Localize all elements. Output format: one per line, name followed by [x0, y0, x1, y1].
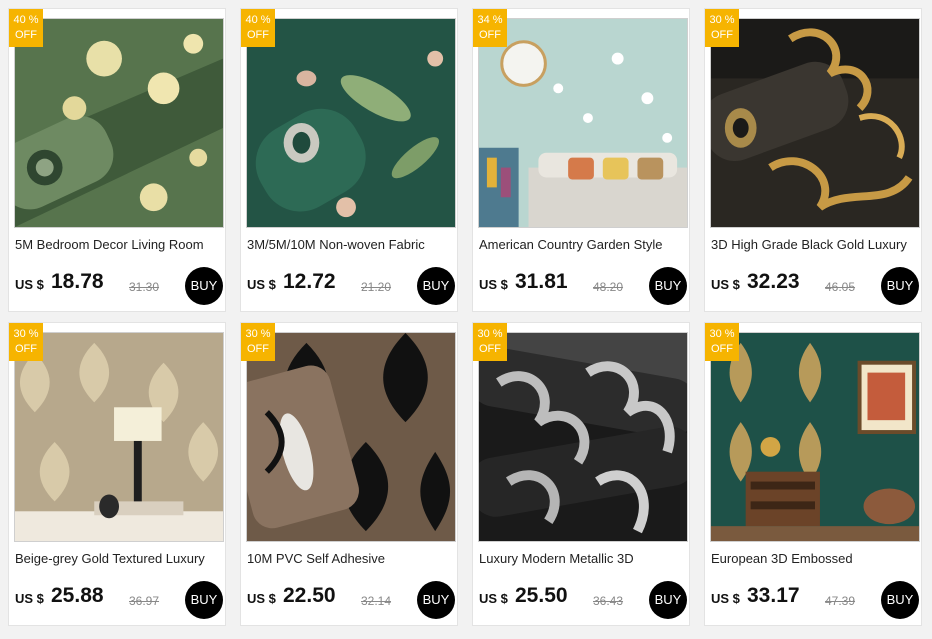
- discount-badge: 34 % OFF: [473, 9, 507, 47]
- product-price: 31.81: [515, 270, 568, 293]
- product-title[interactable]: 5M Bedroom Decor Living Room: [15, 237, 221, 252]
- buy-button[interactable]: BUY: [417, 267, 455, 305]
- product-title[interactable]: American Country Garden Style: [479, 237, 685, 252]
- product-card[interactable]: 30 % OFF European 3D Embossed US $ 33.17…: [704, 322, 922, 626]
- discount-badge: 30 % OFF: [9, 323, 43, 361]
- currency-label: US $: [479, 277, 508, 292]
- product-title[interactable]: Beige-grey Gold Textured Luxury: [15, 551, 221, 566]
- product-card[interactable]: 30 % OFF 3D High Grade Black Gold Luxury…: [704, 8, 922, 312]
- discount-value: 30 %: [477, 328, 503, 340]
- product-title[interactable]: Luxury Modern Metallic 3D: [479, 551, 685, 566]
- product-price: 25.50: [515, 584, 568, 607]
- discount-badge: 30 % OFF: [241, 323, 275, 361]
- product-image[interactable]: [710, 332, 920, 542]
- buy-button[interactable]: BUY: [649, 267, 687, 305]
- original-price: 36.43: [593, 594, 624, 608]
- product-title[interactable]: 3D High Grade Black Gold Luxury: [711, 237, 917, 252]
- product-grid: 40 % OFF 5M Bedroom Decor Living Room US…: [0, 0, 932, 639]
- discount-badge: 30 % OFF: [473, 323, 507, 361]
- buy-button[interactable]: BUY: [417, 581, 455, 619]
- discount-off-label: OFF: [247, 343, 269, 355]
- discount-off-label: OFF: [15, 343, 37, 355]
- product-card[interactable]: 30 % OFF 10M PVC Self Adhesive US $ 22.5…: [240, 322, 458, 626]
- buy-button[interactable]: BUY: [649, 581, 687, 619]
- product-title[interactable]: 3M/5M/10M Non-woven Fabric: [247, 237, 453, 252]
- discount-value: 40 %: [245, 14, 271, 26]
- discount-off-label: OFF: [711, 29, 733, 41]
- product-price: 25.88: [51, 584, 104, 607]
- discount-value: 34 %: [477, 14, 503, 26]
- original-price: 46.05: [825, 280, 856, 294]
- product-image[interactable]: [14, 332, 224, 542]
- discount-badge: 30 % OFF: [705, 9, 739, 47]
- product-image[interactable]: [478, 332, 688, 542]
- currency-label: US $: [15, 277, 44, 292]
- discount-value: 30 %: [13, 328, 39, 340]
- product-title[interactable]: 10M PVC Self Adhesive: [247, 551, 453, 566]
- currency-label: US $: [479, 591, 508, 606]
- discount-off-label: OFF: [247, 29, 269, 41]
- original-price: 36.97: [129, 594, 160, 608]
- product-price: 18.78: [51, 270, 104, 293]
- discount-off-label: OFF: [479, 343, 501, 355]
- discount-off-label: OFF: [15, 29, 37, 41]
- product-price: 12.72: [283, 270, 336, 293]
- discount-value: 40 %: [13, 14, 39, 26]
- currency-label: US $: [247, 277, 276, 292]
- discount-off-label: OFF: [479, 29, 501, 41]
- product-image[interactable]: [246, 332, 456, 542]
- product-card[interactable]: 30 % OFF Luxury Modern Metallic 3D US $ …: [472, 322, 690, 626]
- product-image[interactable]: [710, 18, 920, 228]
- product-image[interactable]: [478, 18, 688, 228]
- product-card[interactable]: 34 % OFF American Country Garden Style U…: [472, 8, 690, 312]
- buy-button[interactable]: BUY: [185, 581, 223, 619]
- product-card[interactable]: 40 % OFF 3M/5M/10M Non-woven Fabric US $…: [240, 8, 458, 312]
- original-price: 48.20: [593, 280, 624, 294]
- discount-badge: 40 % OFF: [241, 9, 275, 47]
- original-price: 47.39: [825, 594, 856, 608]
- original-price: 21.20: [361, 280, 392, 294]
- product-price: 33.17: [747, 584, 800, 607]
- product-price: 32.23: [747, 270, 800, 293]
- buy-button[interactable]: BUY: [185, 267, 223, 305]
- buy-button[interactable]: BUY: [881, 581, 919, 619]
- buy-button[interactable]: BUY: [881, 267, 919, 305]
- discount-value: 30 %: [709, 14, 735, 26]
- currency-label: US $: [15, 591, 44, 606]
- discount-value: 30 %: [709, 328, 735, 340]
- product-card[interactable]: 30 % OFF Beige-grey Gold Textured Luxury…: [8, 322, 226, 626]
- discount-off-label: OFF: [711, 343, 733, 355]
- original-price: 31.30: [129, 280, 160, 294]
- currency-label: US $: [711, 277, 740, 292]
- product-card[interactable]: 40 % OFF 5M Bedroom Decor Living Room US…: [8, 8, 226, 312]
- discount-badge: 30 % OFF: [705, 323, 739, 361]
- currency-label: US $: [711, 591, 740, 606]
- product-image[interactable]: [246, 18, 456, 228]
- product-price: 22.50: [283, 584, 336, 607]
- product-title[interactable]: European 3D Embossed: [711, 551, 917, 566]
- discount-badge: 40 % OFF: [9, 9, 43, 47]
- currency-label: US $: [247, 591, 276, 606]
- discount-value: 30 %: [245, 328, 271, 340]
- product-image[interactable]: [14, 18, 224, 228]
- original-price: 32.14: [361, 594, 392, 608]
